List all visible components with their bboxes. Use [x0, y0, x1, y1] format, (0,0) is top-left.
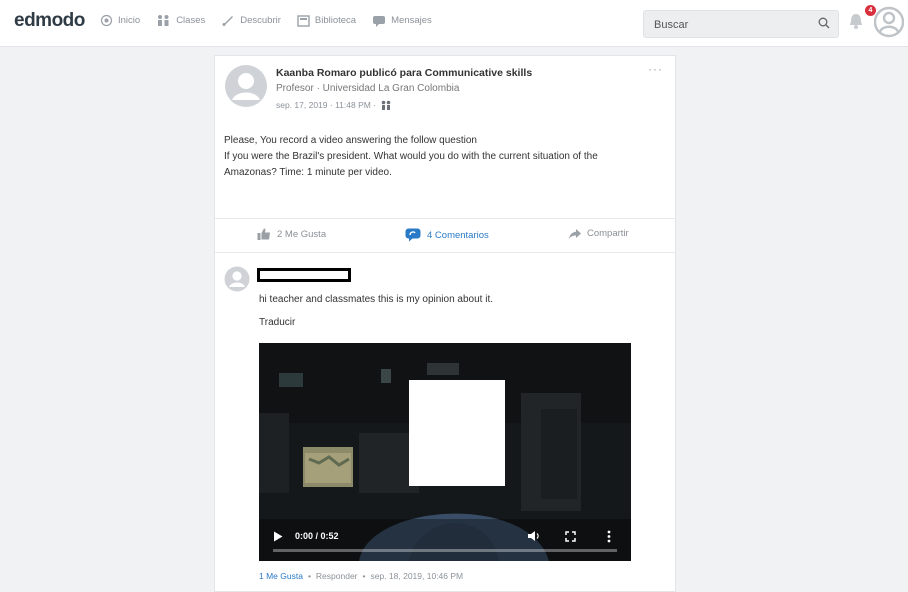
comments-button[interactable]: 4 Comentarios [405, 228, 489, 242]
share-label: Compartir [587, 228, 629, 239]
nav-item-inicio[interactable]: Inicio [100, 14, 140, 27]
nav-label: Inicio [118, 15, 141, 26]
translate-link[interactable]: Traducir [259, 317, 295, 328]
video-player[interactable]: 0:00 / 0:52 [259, 343, 631, 561]
library-icon [297, 14, 310, 27]
like-label: 2 Me Gusta [277, 228, 327, 240]
group-icon [381, 100, 391, 110]
nav-item-descubrir[interactable]: Descubrir [221, 14, 281, 27]
divider [215, 218, 675, 219]
edmodo-logo[interactable]: edmodo [14, 10, 85, 32]
notifications-icon[interactable] [848, 12, 864, 30]
video-progress-bar[interactable] [273, 549, 617, 552]
post-card: Kaanba Romaro publicó para Communicative… [214, 55, 676, 592]
video-controls: 0:00 / 0:52 [259, 519, 631, 561]
redacted-name [257, 268, 351, 282]
divider [215, 252, 675, 253]
rocket-icon [222, 16, 234, 26]
share-button[interactable]: Compartir [569, 228, 629, 239]
nav-label: Mensajes [391, 15, 432, 26]
top-bar: edmodo Inicio Clases Descubrir Bibliotec… [0, 0, 908, 47]
redacted-face [409, 380, 505, 486]
post-title[interactable]: Kaanba Romaro publicó para Communicative… [276, 67, 532, 79]
more-options-icon[interactable]: ··· [648, 62, 663, 76]
message-icon [373, 15, 386, 27]
nav-item-mensajes[interactable]: Mensajes [372, 14, 432, 27]
post-body: Please, You record a video answering the… [224, 133, 664, 181]
author-avatar[interactable] [224, 64, 268, 108]
commenter-avatar[interactable] [224, 266, 250, 292]
search-input[interactable] [652, 15, 816, 35]
search-icon[interactable] [818, 17, 830, 29]
user-avatar[interactable] [874, 5, 904, 39]
share-icon [569, 228, 581, 239]
video-time: 0:00 / 0:52 [295, 531, 339, 541]
post-timestamp: sep. 17, 2019 · 11:48 PM · [276, 100, 377, 110]
nav-item-clases[interactable]: Clases [156, 14, 205, 27]
comments-label: 4 Comentarios [427, 229, 489, 241]
comment-icon [405, 228, 421, 242]
more-vertical-icon[interactable] [607, 530, 611, 543]
nav-item-biblioteca[interactable]: Biblioteca [297, 14, 356, 27]
search-box [643, 10, 839, 38]
post-actions: 2 Me Gusta 4 Comentarios Compartir [215, 220, 675, 252]
thumbs-up-icon [257, 228, 270, 240]
nav-label: Descubrir [240, 15, 281, 26]
home-icon [100, 14, 113, 27]
post-body-line: If you were the Brazil's president. What… [224, 151, 598, 162]
volume-icon[interactable] [527, 530, 541, 542]
fullscreen-icon[interactable] [565, 531, 576, 542]
post-body-line: Please, You record a video answering the… [224, 135, 477, 146]
main-nav: Inicio Clases Descubrir Biblioteca Mensa… [100, 14, 448, 27]
comment-text: hi teacher and classmates this is my opi… [259, 294, 494, 305]
play-icon[interactable] [273, 531, 283, 542]
nav-label: Clases [176, 15, 206, 26]
like-button[interactable]: 2 Me Gusta [257, 228, 326, 240]
post-subtitle: Profesor · Universidad La Gran Colombia [276, 83, 460, 94]
nav-label: Biblioteca [314, 15, 357, 26]
post-body-line: Amazonas? Time: 1 minute per video. [224, 167, 392, 178]
post-meta: sep. 17, 2019 · 11:48 PM · [276, 100, 392, 110]
classes-icon [158, 15, 169, 26]
